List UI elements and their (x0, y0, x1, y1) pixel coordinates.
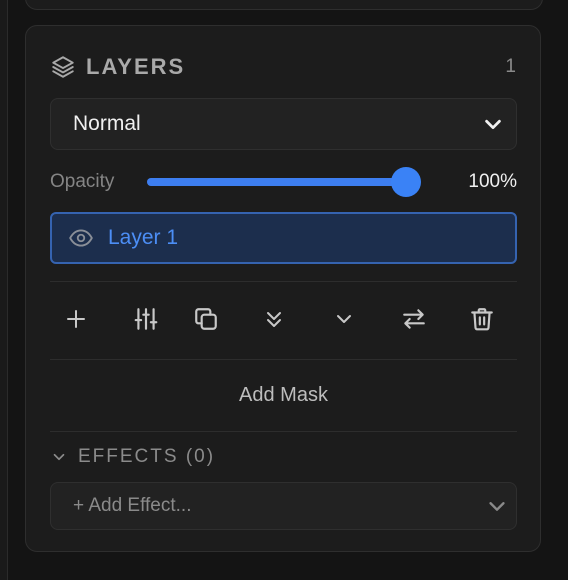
blend-mode-value: Normal (73, 112, 141, 135)
layers-icon (50, 54, 76, 80)
effects-section-toggle[interactable]: EFFECTS (0) (50, 442, 215, 472)
layer-count: 1 (505, 56, 516, 77)
panel-title: LAYERS (86, 54, 186, 79)
swap-arrows-icon (401, 306, 427, 332)
left-panel-edge (0, 0, 8, 580)
delete-layer-button[interactable] (465, 302, 499, 336)
add-layer-button[interactable] (59, 302, 93, 336)
slider-thumb[interactable] (391, 167, 421, 197)
move-down-button[interactable] (327, 302, 361, 336)
chevron-down-icon (482, 113, 504, 135)
eye-icon[interactable] (68, 225, 94, 251)
layers-panel: LAYERS 1 Normal Opacity 100% Layer 1 Add… (25, 25, 541, 552)
chevron-down-icon (50, 448, 68, 466)
chevron-down-icon (486, 495, 508, 517)
plus-icon (64, 307, 88, 331)
duplicate-layer-button[interactable] (189, 302, 223, 336)
opacity-row: Opacity 100% (50, 166, 517, 198)
layer-row[interactable]: Layer 1 (50, 212, 517, 264)
merge-down-button[interactable] (257, 302, 291, 336)
sliders-icon (133, 306, 159, 332)
opacity-label: Opacity (50, 171, 115, 192)
layer-toolbar (50, 288, 517, 344)
trash-icon (469, 306, 495, 332)
swap-button[interactable] (397, 302, 431, 336)
layer-name: Layer 1 (108, 226, 179, 249)
adjustments-button[interactable] (129, 302, 163, 336)
add-effect-select[interactable]: + Add Effect... (50, 482, 517, 530)
blend-mode-select[interactable]: Normal (50, 98, 517, 150)
previous-panel (25, 0, 543, 10)
chevrons-down-icon (262, 307, 286, 331)
add-effect-placeholder: + Add Effect... (73, 495, 192, 516)
slider-fill (147, 178, 406, 186)
divider (50, 281, 517, 282)
layers-header: LAYERS 1 (50, 52, 516, 82)
chevron-down-icon (332, 307, 356, 331)
opacity-slider[interactable] (147, 166, 421, 198)
copy-icon (193, 306, 219, 332)
divider (50, 431, 517, 432)
add-mask-button[interactable]: Add Mask (50, 360, 517, 430)
effects-title: EFFECTS (0) (78, 446, 216, 467)
opacity-value: 100% (468, 171, 517, 192)
